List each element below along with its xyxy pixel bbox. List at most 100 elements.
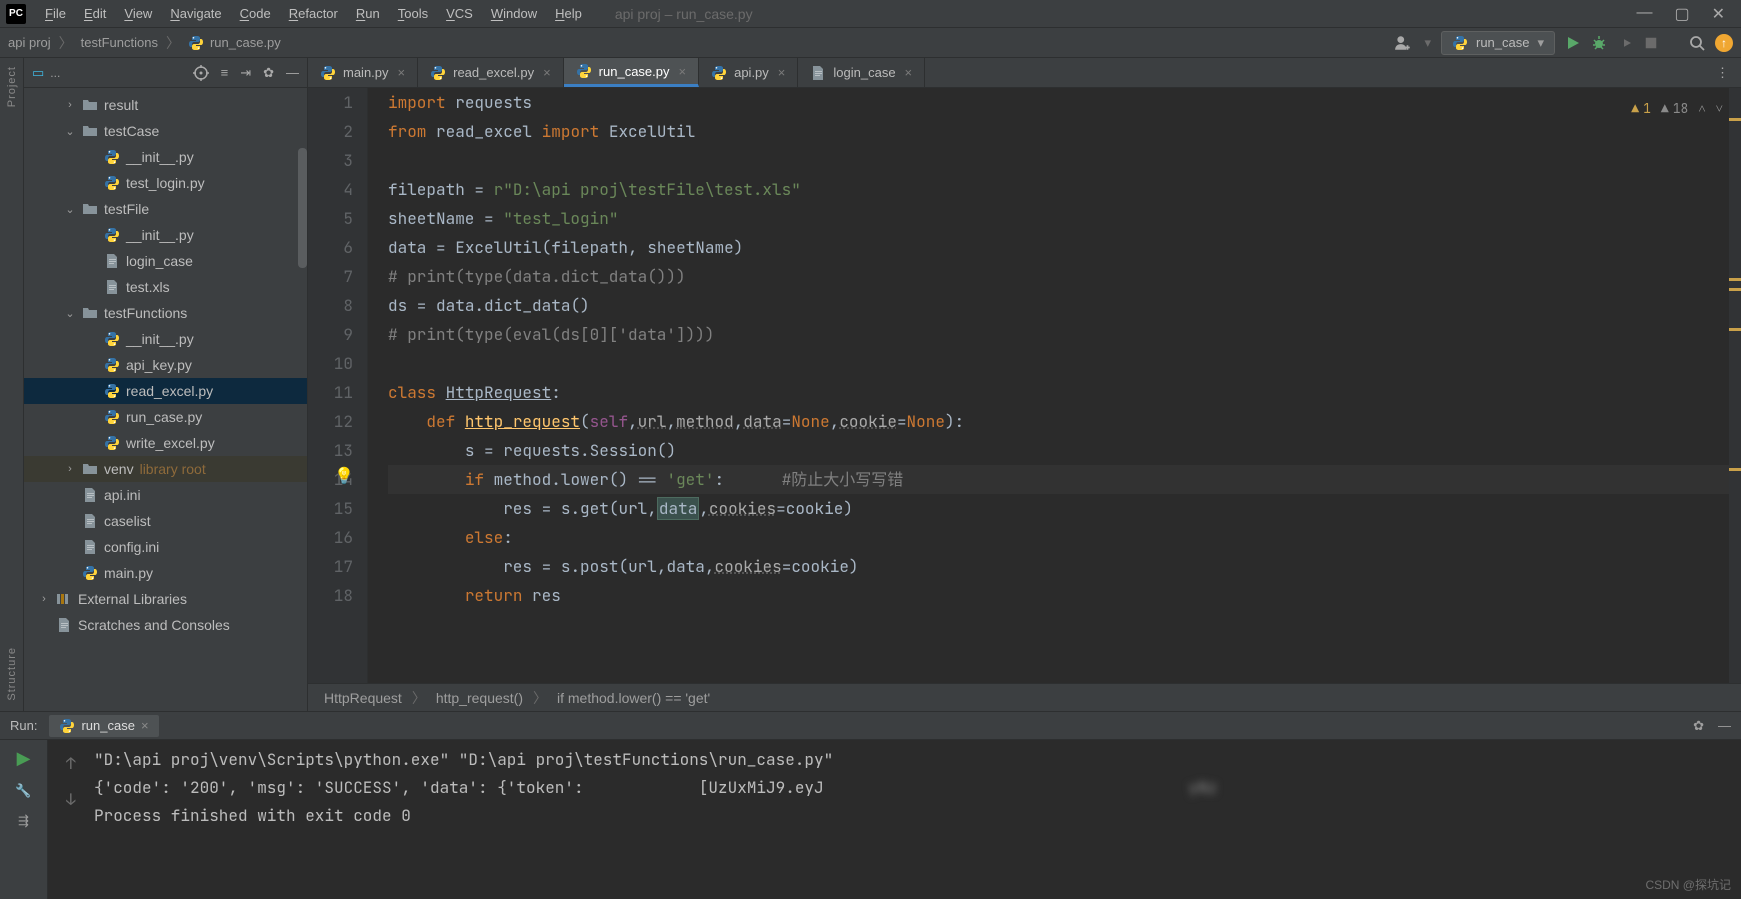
run-config-selector[interactable]: run_case ▾ (1441, 31, 1555, 55)
menu-view[interactable]: View (115, 3, 161, 24)
menu-tools[interactable]: Tools (389, 3, 437, 24)
stop-icon[interactable] (1643, 35, 1659, 51)
main-menu-bar: PC FileEditViewNavigateCodeRefactorRunTo… (0, 0, 1741, 28)
tree-__init__.py[interactable]: __init__.py (24, 144, 307, 170)
tree-write_excel.py[interactable]: write_excel.py (24, 430, 307, 456)
error-stripe[interactable] (1729, 88, 1741, 683)
menu-window[interactable]: Window (482, 3, 546, 24)
tree-Scratches and Consoles[interactable]: Scratches and Consoles (24, 612, 307, 638)
tab-read_excel.py[interactable]: read_excel.py× (418, 58, 564, 87)
close-tab-icon[interactable]: × (679, 64, 687, 79)
tree-testFile[interactable]: ⌄testFile (24, 196, 307, 222)
run-more-icon[interactable]: ⇶ (18, 813, 29, 829)
hide-icon[interactable]: ― (286, 65, 299, 80)
close-tab-icon[interactable]: × (778, 65, 786, 80)
editor-gutter[interactable]: 123456789101112131415161718 (308, 88, 368, 683)
tree-login_case[interactable]: login_case (24, 248, 307, 274)
tree-venv[interactable]: ›venv library root (24, 456, 307, 482)
scroll-down-icon[interactable]: ↓ (66, 786, 94, 814)
rerun-icon[interactable]: ▶ (17, 748, 31, 769)
crumb-1[interactable]: testFunctions (81, 35, 158, 50)
close-tab-icon[interactable]: × (398, 65, 406, 80)
tree-config.ini[interactable]: config.ini (24, 534, 307, 560)
tab-run_case.py[interactable]: run_case.py× (564, 58, 699, 87)
crumb-0[interactable]: api proj (8, 35, 51, 50)
console-line: Process finished with exit code 0 (94, 802, 1723, 830)
run-tab[interactable]: run_case × (49, 715, 158, 737)
debug-icon[interactable] (1591, 35, 1607, 51)
breadcrumb[interactable]: api proj〉testFunctions〉run_case.py (8, 33, 281, 53)
tabs-more-icon[interactable]: ⋮ (1704, 58, 1741, 87)
menu-file[interactable]: File (36, 3, 75, 24)
tree-read_excel.py[interactable]: read_excel.py (24, 378, 307, 404)
coverage-icon[interactable] (1617, 35, 1633, 51)
maximize-icon[interactable]: ▢ (1674, 4, 1689, 24)
console[interactable]: ↑ ↓ "D:\api proj\venv\Scripts\python.exe… (48, 740, 1741, 899)
tree-testCase[interactable]: ⌄testCase (24, 118, 307, 144)
prev-highlight-icon[interactable]: ˄ (1698, 94, 1705, 123)
editor-area: main.py×read_excel.py×run_case.py×api.py… (308, 58, 1741, 711)
menu-vcs[interactable]: VCS (437, 3, 482, 24)
scroll-up-icon[interactable]: ↑ (66, 750, 94, 778)
menu-run[interactable]: Run (347, 3, 389, 24)
menu-code[interactable]: Code (231, 3, 280, 24)
inspection-widget[interactable]: ▲1 ▲18 ˄ ˅ (1631, 94, 1723, 123)
tree-result[interactable]: ›result (24, 92, 307, 118)
settings-icon[interactable]: ✿ (263, 65, 274, 81)
close-tab-icon[interactable]: × (543, 65, 551, 80)
run-tool-window: Run: run_case × ✿ ― ▶ 🔧 ⇶ ↑ ↓ "D:\api pr… (0, 711, 1741, 899)
collapse-icon[interactable]: ⇥ (240, 65, 251, 81)
tree-main.py[interactable]: main.py (24, 560, 307, 586)
run-title: Run: (10, 718, 37, 733)
crumb-2[interactable]: run_case.py (210, 35, 281, 50)
tree-testFunctions[interactable]: ⌄testFunctions (24, 300, 307, 326)
tab-api.py[interactable]: api.py× (699, 58, 798, 87)
run-hide-icon[interactable]: ― (1718, 718, 1731, 734)
tree-__init__.py[interactable]: __init__.py (24, 326, 307, 352)
minimize-icon[interactable]: ― (1636, 4, 1652, 24)
project-panel: ▭ ... ≡ ⇥ ✿ ― ›result⌄testCase__init__.p… (24, 58, 308, 711)
console-line: {'code': '200', 'msg': 'SUCCESS', 'data'… (94, 774, 1723, 802)
locate-icon[interactable] (193, 65, 209, 81)
ed-crumb-0[interactable]: HttpRequest (324, 690, 402, 706)
close-tab-icon[interactable]: × (905, 65, 913, 80)
expand-icon[interactable]: ≡ (221, 65, 229, 80)
menu-edit[interactable]: Edit (75, 3, 115, 24)
run-settings-icon[interactable]: ✿ (1693, 718, 1704, 734)
ed-crumb-1[interactable]: http_request() (436, 690, 523, 706)
tree-caselist[interactable]: caselist (24, 508, 307, 534)
menu-help[interactable]: Help (546, 3, 591, 24)
tree-__init__.py[interactable]: __init__.py (24, 222, 307, 248)
ed-crumb-2[interactable]: if method.lower() == 'get' (557, 690, 710, 706)
tree-api.ini[interactable]: api.ini (24, 482, 307, 508)
project-tree[interactable]: ›result⌄testCase__init__.pytest_login.py… (24, 88, 307, 711)
update-icon[interactable]: ↑ (1715, 34, 1733, 52)
menu-refactor[interactable]: Refactor (280, 3, 347, 24)
structure-tool-label[interactable]: Structure (6, 647, 18, 701)
tree-test_login.py[interactable]: test_login.py (24, 170, 307, 196)
editor-breadcrumb[interactable]: HttpRequest〉http_request()〉if method.low… (308, 683, 1741, 711)
intention-bulb-icon[interactable]: 💡 (334, 461, 354, 490)
search-icon[interactable] (1689, 35, 1705, 51)
run-tools-icon[interactable]: 🔧 (15, 783, 31, 799)
project-tool-label[interactable]: Project (6, 66, 18, 107)
editor-code[interactable]: 💡 import requestsfrom read_excel import … (368, 88, 1741, 683)
tree-test.xls[interactable]: test.xls (24, 274, 307, 300)
run-icon[interactable] (1565, 35, 1581, 51)
menu-navigate[interactable]: Navigate (161, 3, 230, 24)
console-line: "D:\api proj\venv\Scripts\python.exe" "D… (94, 746, 1723, 774)
navigation-bar: api proj〉testFunctions〉run_case.py ▾ run… (0, 28, 1741, 58)
add-user-icon[interactable] (1394, 34, 1412, 52)
tab-login_case[interactable]: login_case× (798, 58, 925, 87)
tree-run_case.py[interactable]: run_case.py (24, 404, 307, 430)
tree-External Libraries[interactable]: ›External Libraries (24, 586, 307, 612)
tree-api_key.py[interactable]: api_key.py (24, 352, 307, 378)
next-highlight-icon[interactable]: ˅ (1716, 94, 1723, 123)
app-logo: PC (6, 4, 26, 24)
editor-tabs: main.py×read_excel.py×run_case.py×api.py… (308, 58, 1741, 88)
scrollbar-thumb[interactable] (298, 148, 307, 268)
project-view-icon[interactable]: ▭ (32, 65, 44, 81)
window-title: api proj – run_case.py (615, 6, 753, 22)
close-icon[interactable]: ✕ (1712, 4, 1725, 24)
tab-main.py[interactable]: main.py× (308, 58, 418, 87)
